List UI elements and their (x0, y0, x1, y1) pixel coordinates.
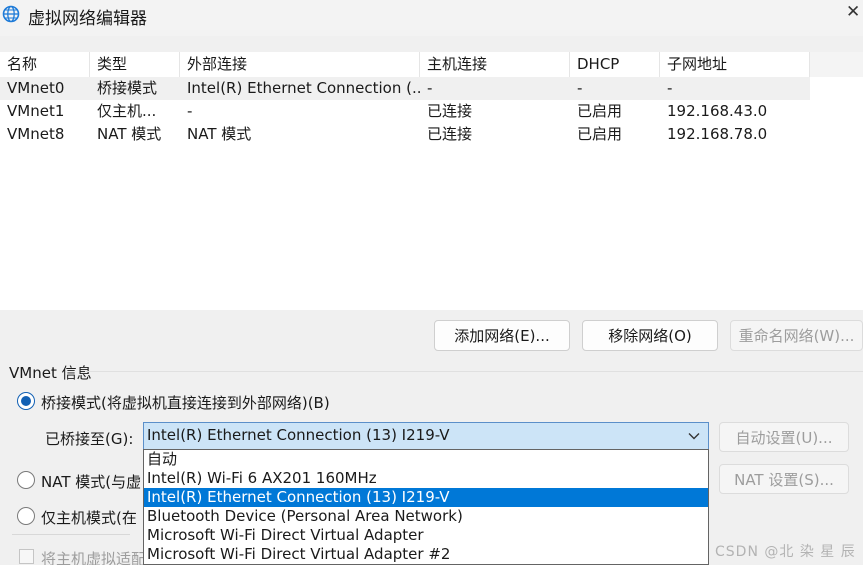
nat-mode-radio[interactable] (17, 471, 35, 489)
cell-host: 已连接 (427, 102, 473, 120)
nat-settings-button[interactable]: NAT 设置(S)... (719, 464, 849, 494)
host-only-mode-label[interactable]: 仅主机模式(在 (41, 507, 137, 528)
add-network-button[interactable]: 添加网络(E)... (434, 320, 570, 351)
table-row[interactable]: VMnet0 桥接模式 Intel(R) Ethernet Connection… (0, 77, 810, 100)
section-divider (85, 371, 863, 372)
bridged-mode-label[interactable]: 桥接模式(将虚拟机直接连接到外部网络)(B) (41, 392, 330, 413)
cell-external: - (187, 102, 193, 120)
cell-name: VMnet0 (7, 79, 65, 97)
dropdown-option-wifi-direct-2[interactable]: Microsoft Wi-Fi Direct Virtual Adapter #… (144, 545, 708, 564)
chevron-down-icon (688, 433, 700, 440)
dropdown-option-bluetooth[interactable]: Bluetooth Device (Personal Area Network) (144, 507, 708, 526)
close-button[interactable]: ✕ (846, 2, 860, 22)
bridge-adapter-dropdown[interactable]: 自动 Intel(R) Wi-Fi 6 AX201 160MHz Intel(R… (143, 449, 709, 565)
cell-host: 已连接 (427, 125, 473, 143)
watermark: CSDN @北 染 星 辰 (715, 544, 856, 560)
column-header-type[interactable]: 类型 (90, 52, 180, 77)
title-bar: 虚拟网络编辑器 ✕ (0, 0, 863, 36)
dropdown-option-ethernet[interactable]: Intel(R) Ethernet Connection (13) I219-V (144, 488, 708, 507)
host-only-mode-radio[interactable] (17, 507, 35, 525)
rename-network-button[interactable]: 重命名网络(W)... (730, 320, 863, 351)
connect-host-adapter-label[interactable]: 将主机虚拟适配 (41, 548, 146, 565)
cell-external: Intel(R) Ethernet Connection (... (187, 79, 420, 97)
remove-network-button[interactable]: 移除网络(O) (582, 320, 718, 351)
network-list[interactable]: 名称 类型 外部连接 主机连接 DHCP 子网地址 VMnet0 桥接模式 In… (0, 52, 863, 310)
globe-icon (2, 5, 20, 23)
cell-dhcp: 已启用 (577, 102, 623, 120)
vmnet-info-heading: VMnet 信息 (9, 364, 92, 382)
auto-settings-button[interactable]: 自动设置(U)... (719, 422, 849, 452)
bridged-mode-radio[interactable] (17, 392, 35, 410)
cell-type: NAT 模式 (97, 125, 162, 143)
cell-subnet: 192.168.43.0 (667, 102, 768, 120)
dropdown-option-auto[interactable]: 自动 (144, 450, 708, 469)
header-filler (810, 52, 863, 77)
cell-name: VMnet8 (7, 125, 65, 143)
cell-name: VMnet1 (7, 102, 65, 120)
bridged-to-value: Intel(R) Ethernet Connection (13) I219-V (147, 426, 450, 444)
cell-external: NAT 模式 (187, 125, 252, 143)
dropdown-option-wifi[interactable]: Intel(R) Wi-Fi 6 AX201 160MHz (144, 469, 708, 488)
option-divider (12, 534, 130, 535)
cell-dhcp: - (577, 79, 583, 97)
connect-host-adapter-checkbox[interactable] (19, 549, 34, 564)
cell-type: 桥接模式 (97, 79, 158, 97)
column-header-name[interactable]: 名称 (0, 52, 90, 77)
cell-host: - (427, 79, 433, 97)
window-title: 虚拟网络编辑器 (28, 9, 147, 29)
bridged-to-select[interactable]: Intel(R) Ethernet Connection (13) I219-V (143, 422, 709, 450)
column-header-subnet[interactable]: 子网地址 (660, 52, 810, 77)
cell-subnet: - (667, 79, 673, 97)
nat-mode-label[interactable]: NAT 模式(与虚 (41, 471, 141, 492)
table-row[interactable]: VMnet1 仅主机... - 已连接 已启用 192.168.43.0 (0, 100, 810, 123)
cell-type: 仅主机... (97, 102, 157, 120)
column-header-dhcp[interactable]: DHCP (570, 52, 660, 77)
column-header-external[interactable]: 外部连接 (180, 52, 420, 77)
table-row[interactable]: VMnet8 NAT 模式 NAT 模式 已连接 已启用 192.168.78.… (0, 123, 810, 146)
cell-subnet: 192.168.78.0 (667, 125, 768, 143)
column-header-host[interactable]: 主机连接 (420, 52, 570, 77)
cell-dhcp: 已启用 (577, 125, 623, 143)
bridged-to-label: 已桥接至(G): (45, 430, 134, 448)
dropdown-option-wifi-direct[interactable]: Microsoft Wi-Fi Direct Virtual Adapter (144, 526, 708, 545)
